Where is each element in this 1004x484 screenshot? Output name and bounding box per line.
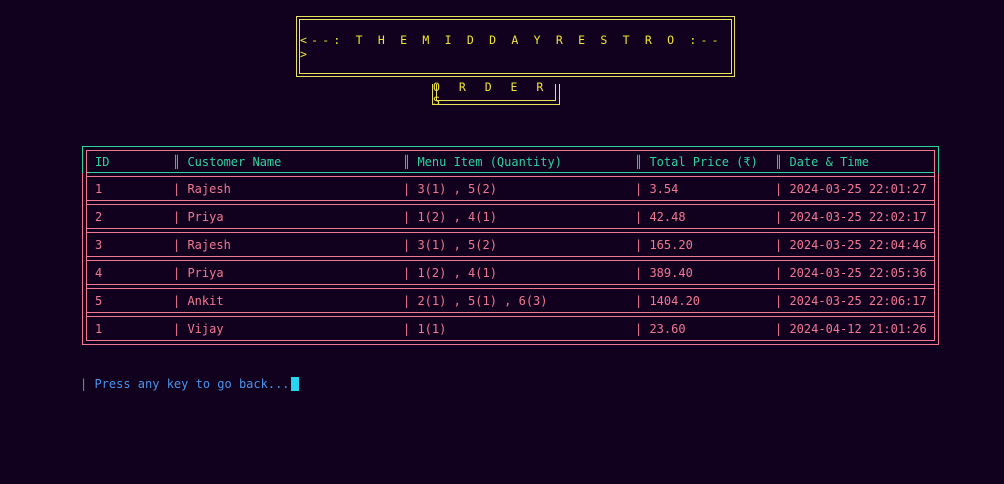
- row-divider: [87, 228, 934, 233]
- app-title-box: <--: T H E M I D D A Y R E S T R O :-->: [296, 16, 735, 77]
- cell-menu: | 2(1) , 5(1) , 6(3): [403, 294, 548, 308]
- row-divider: [87, 200, 934, 205]
- cell-id: 1: [95, 182, 103, 196]
- table-row: 5 | Ankit | 2(1) , 5(1) , 6(3) | 1404.20…: [95, 291, 928, 311]
- table-row: 1 | Vijay | 1(1) | 23.60 | 2024-04-12 21…: [95, 319, 928, 339]
- cell-menu: | 3(1) , 5(2): [403, 182, 497, 196]
- column-header-date: ║ Date & Time: [775, 155, 869, 169]
- text-cursor: [290, 377, 299, 391]
- cell-menu: | 1(1): [403, 322, 447, 336]
- cell-price: | 165.20: [635, 238, 693, 252]
- cell-customer: | Vijay: [173, 322, 224, 336]
- cell-customer: | Priya: [173, 210, 224, 224]
- table-row: 1 | Rajesh | 3(1) , 5(2) | 3.54 | 2024-0…: [95, 179, 928, 199]
- cell-price: | 42.48: [635, 210, 686, 224]
- cell-menu: | 3(1) , 5(2): [403, 238, 497, 252]
- cell-price: | 1404.20: [635, 294, 701, 308]
- cell-id: 1: [95, 322, 103, 336]
- back-prompt[interactable]: | Press any key to go back...: [80, 377, 299, 391]
- cell-customer: | Rajesh: [173, 238, 231, 252]
- column-header-customer: ║ Customer Name: [173, 155, 282, 169]
- table-row: 3 | Rajesh | 3(1) , 5(2) | 165.20 | 2024…: [95, 235, 928, 255]
- orders-table: ID ║ Customer Name ║ Menu Item (Quantity…: [82, 146, 939, 345]
- table-header-row: ID ║ Customer Name ║ Menu Item (Quantity…: [95, 152, 928, 172]
- cell-customer: | Ankit: [173, 294, 224, 308]
- section-title: O R D E R S: [433, 80, 550, 108]
- row-divider: [87, 284, 934, 289]
- row-divider: [87, 256, 934, 261]
- section-title-box: O R D E R S: [432, 80, 560, 108]
- cell-date: | 2024-04-12 21:01:26: [775, 322, 927, 336]
- table-row: 2 | Priya | 1(2) , 4(1) | 42.48 | 2024-0…: [95, 207, 928, 227]
- column-header-price: ║ Total Price (₹): [635, 155, 758, 169]
- app-title: <--: T H E M I D D A Y R E S T R O :-->: [300, 32, 723, 61]
- back-prompt-text: | Press any key to go back...: [80, 377, 290, 391]
- cell-price: | 389.40: [635, 266, 693, 280]
- column-header-id: ID: [95, 155, 110, 169]
- cell-id: 4: [95, 266, 103, 280]
- cell-customer: | Priya: [173, 266, 224, 280]
- cell-customer: | Rajesh: [173, 182, 231, 196]
- cell-date: | 2024-03-25 22:01:27: [775, 182, 927, 196]
- table-row: 4 | Priya | 1(2) , 4(1) | 389.40 | 2024-…: [95, 263, 928, 283]
- row-divider: [87, 312, 934, 317]
- cell-date: | 2024-03-25 22:06:17: [775, 294, 927, 308]
- cell-id: 5: [95, 294, 103, 308]
- cell-price: | 23.60: [635, 322, 686, 336]
- cell-date: | 2024-03-25 22:05:36: [775, 266, 927, 280]
- cell-price: | 3.54: [635, 182, 679, 196]
- cell-menu: | 1(2) , 4(1): [403, 210, 497, 224]
- cell-date: | 2024-03-25 22:02:17: [775, 210, 927, 224]
- cell-id: 3: [95, 238, 103, 252]
- row-divider: [87, 172, 934, 177]
- cell-id: 2: [95, 210, 103, 224]
- cell-date: | 2024-03-25 22:04:46: [775, 238, 927, 252]
- cell-menu: | 1(2) , 4(1): [403, 266, 497, 280]
- column-header-menu: ║ Menu Item (Quantity): [403, 155, 562, 169]
